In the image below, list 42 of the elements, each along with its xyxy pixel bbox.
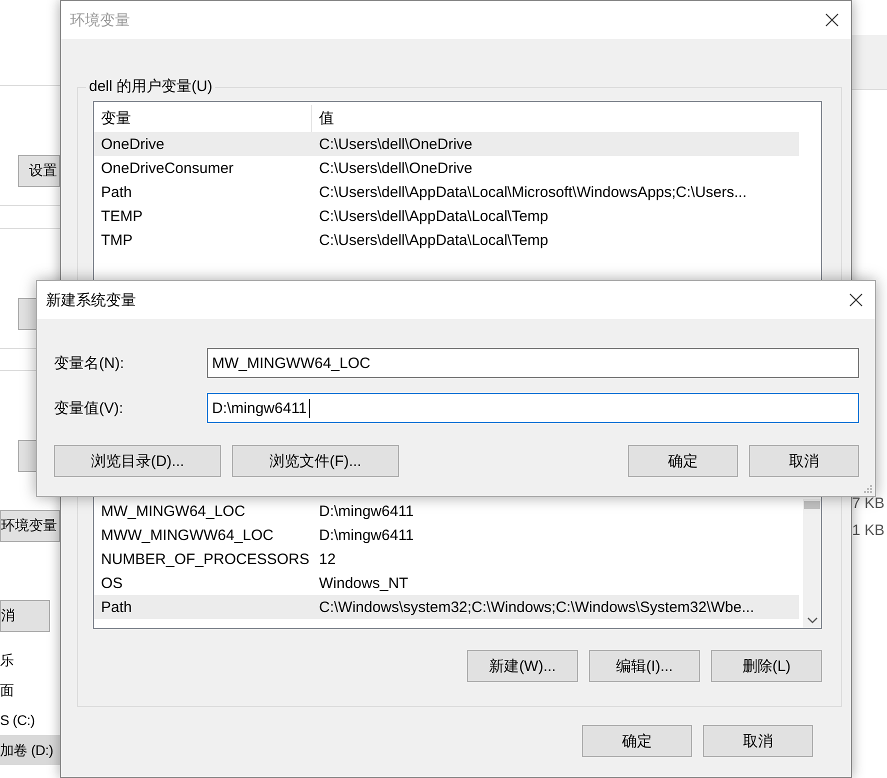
- variable-row[interactable]: MW_MINGW64_LOC D:\mingw6411: [94, 499, 799, 523]
- variable-row[interactable]: Path C:\Users\dell\AppData\Local\Microsoft\WindowsApps;C:\Users...: [94, 180, 799, 204]
- variable-row[interactable]: NUMBER_OF_PROCESSORS 12: [94, 547, 799, 571]
- input-field[interactable]: D:\mingw6411: [207, 393, 859, 423]
- chevron-down-icon[interactable]: [806, 617, 818, 624]
- variable-row[interactable]: OneDriveConsumer C:\Users\dell\OneDrive: [94, 156, 799, 180]
- drive-item[interactable]: 乐: [0, 645, 60, 675]
- drive-item[interactable]: 加卷 (D:): [0, 735, 60, 765]
- list-action-button[interactable]: 编辑(I)...: [589, 650, 700, 682]
- dialog-title: 新建系统变量: [46, 290, 136, 310]
- variable-row[interactable]: MWW_MINGWW64_LOC D:\mingw6411: [94, 523, 799, 547]
- dialog-button[interactable]: 取消: [749, 445, 859, 477]
- variable-row[interactable]: TEMP C:\Users\dell\AppData\Local\Temp: [94, 204, 799, 228]
- dialog-button[interactable]: 确定: [628, 445, 738, 477]
- close-icon[interactable]: [825, 13, 839, 27]
- dialog-button[interactable]: 取消: [703, 725, 813, 757]
- variable-row[interactable]: Path C:\Windows\system32;C:\Windows;C:\Windows\System32\Wbe...: [94, 595, 799, 619]
- cancel-button[interactable]: 消: [0, 600, 50, 632]
- group-title: dell 的用户变量(U): [86, 77, 216, 96]
- file-size: 7 KB: [852, 494, 886, 514]
- drive-item[interactable]: S (C:): [0, 705, 60, 735]
- list-action-button[interactable]: 删除(L): [711, 650, 822, 682]
- resize-grip-icon[interactable]: [863, 484, 873, 494]
- column-header[interactable]: 值: [312, 105, 799, 132]
- close-icon[interactable]: [849, 293, 863, 307]
- scroll-thumb[interactable]: [804, 501, 820, 509]
- input-field[interactable]: MW_MINGWW64_LOC: [207, 348, 859, 378]
- variable-row[interactable]: OS Windows_NT: [94, 571, 799, 595]
- settings-button[interactable]: 设置: [18, 155, 60, 187]
- scroll-bar[interactable]: [803, 499, 821, 628]
- variable-row[interactable]: OneDrive C:\Users\dell\OneDrive: [94, 132, 799, 156]
- file-size: 1 KB: [852, 521, 886, 541]
- field-label: 变量值(V):: [54, 398, 124, 418]
- window-title: 环境变量: [70, 10, 130, 30]
- browse-button[interactable]: 浏览文件(F)...: [232, 445, 399, 477]
- drive-item[interactable]: 面: [0, 675, 60, 705]
- browse-button[interactable]: 浏览目录(D)...: [54, 445, 221, 477]
- dialog-button[interactable]: 确定: [582, 725, 692, 757]
- variable-row[interactable]: TMP C:\Users\dell\AppData\Local\Temp: [94, 228, 799, 252]
- environment-variables-button[interactable]: 环境变量: [0, 510, 60, 542]
- list-action-button[interactable]: 新建(W)...: [467, 650, 578, 682]
- field-label: 变量名(N):: [54, 354, 125, 372]
